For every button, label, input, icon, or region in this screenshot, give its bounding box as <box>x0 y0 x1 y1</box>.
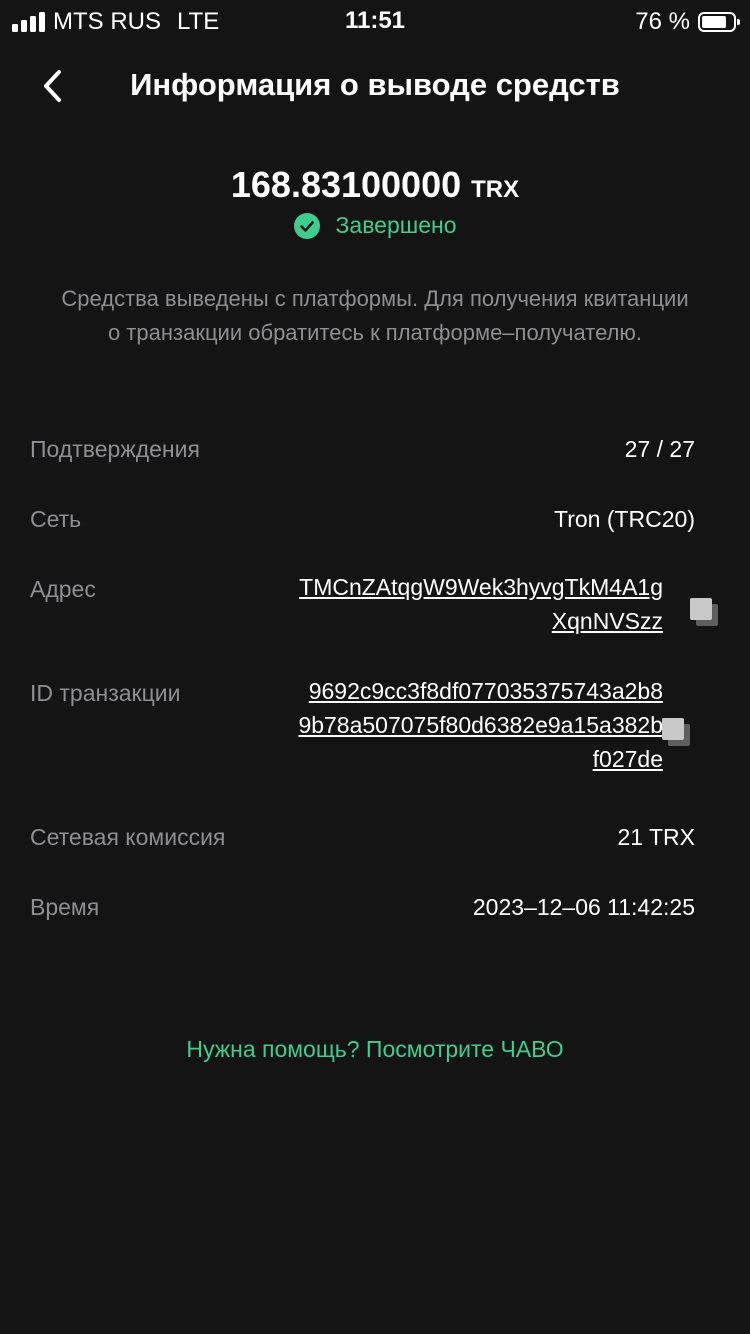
withdrawal-amount: 168.83100000 TRX <box>0 164 750 206</box>
network-value: Tron (TRC20) <box>554 506 695 532</box>
copy-address-icon[interactable] <box>688 596 720 628</box>
battery-icon <box>698 12 740 32</box>
fee-label: Сетевая комиссия <box>30 824 226 850</box>
address-label: Адрес <box>30 576 96 602</box>
time-label: Время <box>30 894 100 920</box>
header: Информация о выводе средств <box>0 52 750 120</box>
description-text: Средства выведены с платформы. Для получ… <box>61 286 689 345</box>
status-text: Завершено <box>335 212 457 238</box>
confirmations-label: Подтверждения <box>30 436 200 462</box>
help-faq-link[interactable]: Нужна помощь? Посмотрите ЧАВО <box>0 1036 750 1063</box>
confirmations-value: 27 / 27 <box>624 436 695 462</box>
txid-line-2: 9b78a507075f80d6382e9a15a382b <box>298 712 663 738</box>
confirmations-row: Подтверждения 27 / 27 <box>30 436 720 476</box>
network-label: Сеть <box>30 506 82 532</box>
txid-label: ID транзакции <box>30 680 181 706</box>
status-bar-right: 76 % <box>635 8 740 36</box>
time-value: 2023–12–06 11:42:25 <box>472 894 695 920</box>
time-row: Время 2023–12–06 11:42:25 <box>30 894 720 934</box>
fee-value: 21 TRX <box>617 824 695 850</box>
page-title: Информация о выводе средств <box>130 67 620 102</box>
address-row: Адрес TMCnZAtqgW9Wek3hyvgTkM4A1g XqnNVSz… <box>30 574 720 648</box>
check-circle-icon <box>293 212 320 239</box>
txid-line-3: f027de <box>592 746 663 772</box>
fee-row: Сетевая комиссия 21 TRX <box>30 824 720 864</box>
status-bar: MTS RUS LTE 11:51 76 % <box>0 0 750 42</box>
txid-link[interactable]: 9692c9cc3f8df077035375743a2b8 9b78a50707… <box>298 674 663 776</box>
battery-percent: 76 % <box>635 8 690 35</box>
txid-row: ID транзакции 9692c9cc3f8df077035375743a… <box>30 678 720 786</box>
status-badge: Завершено <box>0 212 750 239</box>
address-line-1: TMCnZAtqgW9Wek3hyvgTkM4A1g <box>299 574 663 600</box>
copy-txid-icon[interactable] <box>660 716 692 748</box>
address-link[interactable]: TMCnZAtqgW9Wek3hyvgTkM4A1g XqnNVSzz <box>299 570 663 638</box>
amount-currency: TRX <box>471 176 520 203</box>
address-line-2: XqnNVSzz <box>551 608 663 634</box>
network-row: Сеть Tron (TRC20) <box>30 506 720 546</box>
txid-line-1: 9692c9cc3f8df077035375743a2b8 <box>308 678 663 704</box>
amount-value: 168.83100000 <box>230 164 462 205</box>
